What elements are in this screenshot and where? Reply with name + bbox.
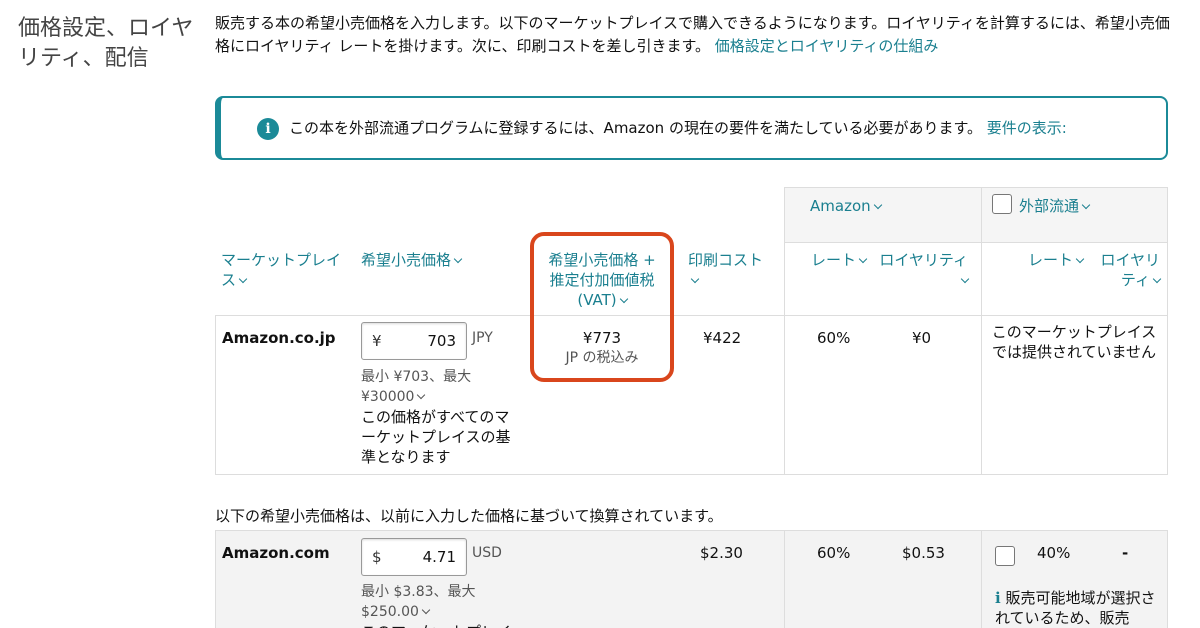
chevron-down-icon	[960, 274, 970, 284]
external-rate: 40%	[1037, 544, 1071, 562]
table-border-right	[1167, 243, 1168, 475]
col-list-price[interactable]: 希望小売価格	[361, 250, 491, 270]
currency-code: USD	[472, 545, 502, 561]
price-range: 最小 ¥703、最大 ¥30000	[361, 369, 472, 405]
col-amazon-rate[interactable]: レート	[811, 250, 868, 270]
chevron-down-icon	[1152, 274, 1162, 284]
amazon-royalty: ¥0	[912, 329, 932, 347]
chevron-down-icon	[417, 390, 426, 400]
table-divider	[784, 243, 785, 475]
col-print-cost[interactable]: 印刷コスト	[688, 250, 766, 290]
chevron-down-icon	[690, 274, 700, 284]
col-marketplace[interactable]: マーケットプレイス	[221, 250, 346, 290]
external-group-label[interactable]: 外部流通	[1019, 196, 1091, 216]
external-availability-note: i 販売可能地域が選択されているため、販売	[995, 589, 1156, 627]
currency-code: JPY	[472, 330, 493, 346]
price-range: 最小 $3.83、最大 $250.00	[361, 584, 476, 620]
amazon-group-label[interactable]: Amazon	[810, 196, 882, 216]
notice-message: この本を外部流通プログラムに登録するには、Amazon の現在の要件を満たしてい…	[289, 117, 1067, 139]
table-divider	[784, 530, 785, 628]
marketplace-name: Amazon.com	[222, 544, 330, 562]
col-external-rate[interactable]: レート	[1028, 250, 1085, 270]
list-price-input[interactable]: ¥ 703	[361, 322, 467, 360]
table-divider	[981, 243, 982, 475]
table-header-line	[215, 315, 1168, 316]
price-value: 4.71	[422, 548, 456, 566]
show-requirements-link[interactable]: 要件の表示:	[987, 119, 1067, 137]
col-external-royalty[interactable]: ロイヤリティ	[1088, 250, 1162, 290]
external-unavailable-note: このマーケットプレイスでは提供されていません	[991, 323, 1157, 361]
info-icon: i	[257, 118, 279, 140]
notice-text: この本を外部流通プログラムに登録するには、Amazon の現在の要件を満たしてい…	[289, 119, 982, 137]
marketplace-name: Amazon.co.jp	[222, 329, 336, 347]
chevron-down-icon	[453, 254, 463, 264]
currency-symbol: $	[372, 548, 382, 566]
base-price-note: この価格がすべてのマーケットプレイスの基準となります	[361, 408, 511, 466]
print-cost: $2.30	[700, 544, 743, 562]
info-icon: i	[995, 589, 1001, 607]
chevron-down-icon	[238, 274, 248, 284]
pricing-help-link[interactable]: 価格設定とロイヤリティの仕組み	[715, 37, 939, 55]
price-value: 703	[427, 332, 456, 350]
chevron-down-icon	[1075, 254, 1085, 264]
table-border-left	[215, 315, 216, 475]
chevron-down-icon	[1081, 200, 1091, 210]
table-bottom-line	[215, 474, 1168, 475]
amazon-rate: 60%	[817, 544, 851, 562]
external-distribution-checkbox[interactable]	[995, 546, 1015, 566]
currency-symbol: ¥	[372, 332, 382, 350]
converted-prices-note: 以下の希望小売価格は、以前に入力した価格に基づいて換算されています。	[215, 507, 723, 525]
external-royalty: -	[1122, 544, 1129, 562]
section-title: 価格設定、ロイヤリティ、配信	[18, 16, 194, 71]
table-divider	[981, 530, 982, 628]
external-distribution-checkbox[interactable]	[992, 194, 1012, 214]
col-amazon-royalty[interactable]: ロイヤリティ	[878, 250, 970, 290]
chevron-down-icon	[873, 200, 882, 210]
base-price-note: このマーケットプレイスの基準となります	[361, 622, 511, 628]
intro-body: 販売する本の希望小売価格を入力します。以下のマーケットプレイスで購入できるように…	[215, 14, 1170, 55]
info-notice: i この本を外部流通プログラムに登録するには、Amazon の現在の要件を満たし…	[215, 96, 1168, 160]
chevron-down-icon	[858, 254, 868, 264]
chevron-down-icon	[421, 605, 431, 615]
list-price-input[interactable]: $ 4.71	[361, 538, 467, 576]
amazon-royalty: $0.53	[902, 544, 945, 562]
amazon-rate: 60%	[817, 329, 851, 347]
vat-column-highlight	[530, 232, 674, 382]
intro-text: 販売する本の希望小売価格を入力します。以下のマーケットプレイスで購入できるように…	[215, 12, 1180, 58]
print-cost: ¥422	[703, 329, 742, 347]
